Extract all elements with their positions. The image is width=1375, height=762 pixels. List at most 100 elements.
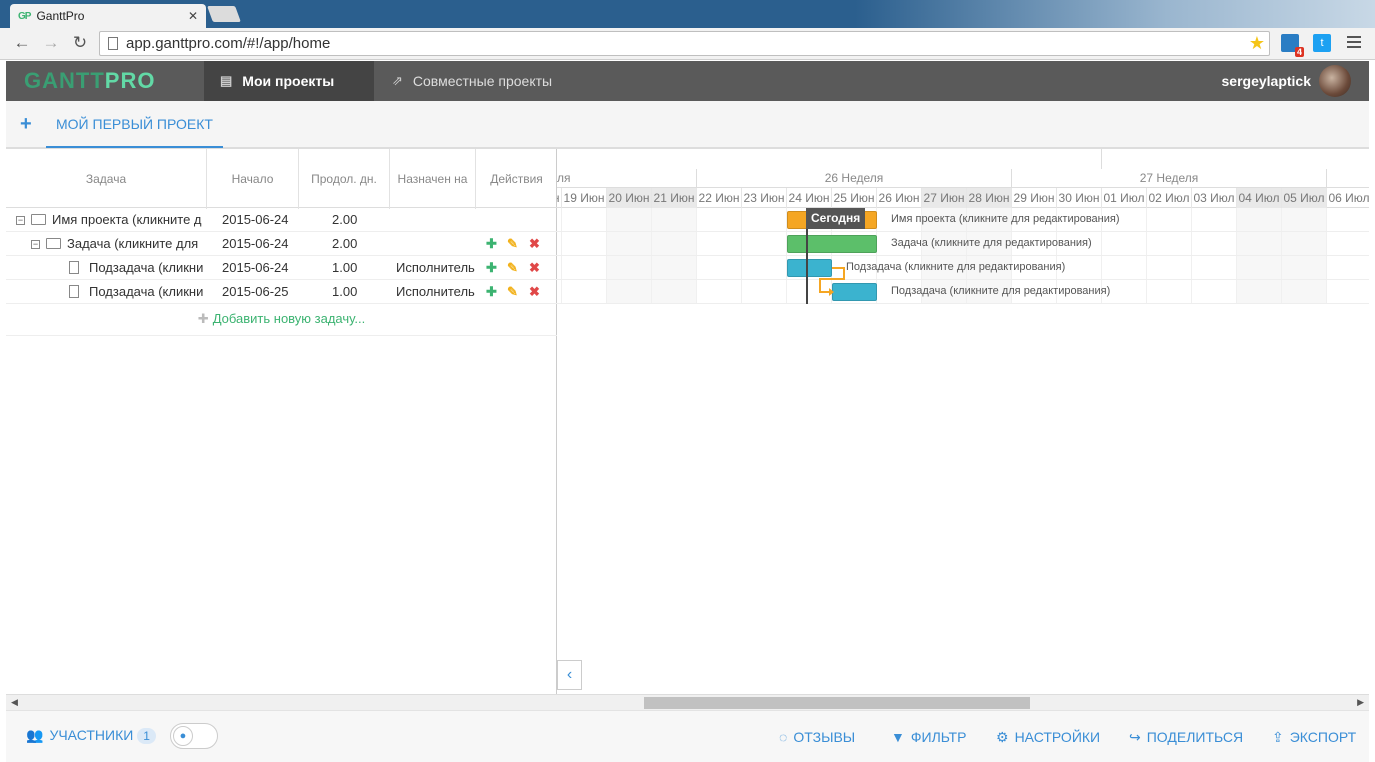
page-icon [108, 37, 118, 50]
gantt-chart: ля 26 Неделя 27 Неделя 19 Июн19 Июн20 Ию… [557, 148, 1369, 694]
scroll-right-arrow-icon[interactable]: ▶ [1357, 697, 1364, 708]
collapse-toggle-icon[interactable]: − [16, 216, 25, 225]
nav-my-projects[interactable]: ▤ Мои проекты [204, 61, 374, 101]
address-bar[interactable]: app.ganttpro.com/#!/app/home ★ [99, 31, 1270, 56]
scrollbar-thumb[interactable] [644, 697, 1030, 709]
browser-tab-strip: GP GanttPro ✕ [0, 0, 1375, 28]
nav-shared-projects[interactable]: ⇗ Совместные проекты [376, 61, 568, 101]
feedback-button[interactable]: ◌ ОТЗЫВЫ [779, 729, 855, 745]
edit-pencil-icon[interactable]: ✎ [507, 260, 518, 276]
add-task-label: Добавить новую задачу... [212, 311, 366, 326]
gear-icon: ⚙ [996, 729, 1009, 745]
collapse-grid-chevron-icon[interactable]: ‹ [557, 660, 582, 690]
task-assignee[interactable]: Исполнитель [396, 284, 478, 299]
browser-toolbar: ← → ↻ app.ganttpro.com/#!/app/home ★ 4 t [0, 28, 1375, 60]
task-name[interactable]: Имя проекта (кликните д [52, 212, 202, 227]
table-row[interactable]: − Имя проекта (кликните д 2015-06-24 2.00 [6, 208, 557, 232]
edit-pencil-icon[interactable]: ✎ [507, 284, 518, 300]
nav-my-projects-label: Мои проекты [242, 73, 335, 89]
task-name[interactable]: Подзадача (кликни [89, 284, 203, 299]
edit-pencil-icon[interactable]: ✎ [507, 236, 518, 252]
browser-tab-title: GanttPro [36, 9, 85, 23]
browser-menu-icon[interactable] [1347, 36, 1361, 51]
add-subtask-icon[interactable]: ✚ [486, 236, 497, 252]
reload-icon[interactable]: ↻ [69, 34, 91, 52]
task-name[interactable]: Подзадача (кликни [89, 260, 203, 275]
table-row[interactable]: − Задача (кликните для 2015-06-24 2.00 ✚ … [6, 232, 557, 256]
bar-label: Имя проекта (кликните для редактирования… [891, 213, 1120, 225]
dependency-link[interactable] [557, 148, 1369, 308]
nav-shared-projects-label: Совместные проекты [412, 73, 553, 89]
ganttpro-logo[interactable]: GANTTPRO [24, 68, 155, 94]
add-task-button[interactable]: ✚ Добавить новую задачу... [6, 304, 557, 336]
users-icon: 👥 [26, 727, 44, 743]
folder-icon [46, 238, 61, 249]
upload-icon: ⇪ [1272, 729, 1284, 745]
document-icon [69, 285, 79, 298]
task-start[interactable]: 2015-06-24 [222, 212, 289, 227]
task-duration[interactable]: 2.00 [332, 212, 357, 227]
horizontal-scrollbar[interactable]: ◀ ▶ [6, 694, 1369, 710]
app-header: GANTTPRO ▤ Мои проекты ⇗ Совместные прое… [6, 61, 1369, 101]
feedback-label: ОТЗЫВЫ [793, 729, 856, 745]
project-tabs-bar: + МОЙ ПЕРВЫЙ ПРОЕКТ [6, 101, 1369, 148]
grid-header: Задача Начало Продол. дн. Назначен на Де… [6, 148, 557, 209]
participants-label: УЧАСТНИКИ [49, 727, 134, 743]
task-name[interactable]: Задача (кликните для [67, 236, 198, 251]
export-button[interactable]: ⇪ ЭКСПОРТ [1272, 729, 1356, 746]
export-label: ЭКСПОРТ [1289, 729, 1357, 745]
bar-label: Задача (кликните для редактирования) [891, 237, 1092, 249]
delete-icon[interactable]: ✖ [529, 260, 540, 276]
task-start[interactable]: 2015-06-24 [222, 260, 289, 275]
table-row[interactable]: Подзадача (кликни 2015-06-24 1.00 Исполн… [6, 256, 557, 280]
extension-check-icon[interactable]: 4 [1281, 34, 1304, 57]
add-subtask-icon[interactable]: ✚ [486, 260, 497, 276]
participants-count: 1 [137, 728, 156, 744]
add-subtask-icon[interactable]: ✚ [486, 284, 497, 300]
column-header-assignee[interactable]: Назначен на [390, 149, 476, 209]
username[interactable]: sergeylaptick [1222, 73, 1312, 89]
column-header-start[interactable]: Начало [207, 149, 299, 209]
user-view-toggle[interactable]: ● [170, 723, 218, 749]
extension-badge: 4 [1294, 47, 1304, 57]
comment-icon: ◌ [779, 729, 788, 745]
column-header-task[interactable]: Задача [6, 149, 207, 209]
filter-icon: ▼ [891, 729, 905, 745]
settings-button[interactable]: ⚙ НАСТРОЙКИ [996, 729, 1100, 746]
back-arrow-icon[interactable]: ← [11, 34, 33, 52]
task-start[interactable]: 2015-06-24 [222, 236, 289, 251]
ganttpro-favicon-icon: GP [18, 10, 31, 22]
task-grid: Задача Начало Продол. дн. Назначен на Де… [6, 148, 557, 694]
share-arrow-icon: ↪ [1129, 729, 1141, 745]
task-duration[interactable]: 2.00 [332, 236, 357, 251]
logo-part-a: GANTT [24, 68, 105, 93]
task-duration[interactable]: 1.00 [332, 284, 357, 299]
task-start[interactable]: 2015-06-25 [222, 284, 289, 299]
filter-button[interactable]: ▼ ФИЛЬТР [891, 729, 966, 745]
task-assignee[interactable]: Исполнитель [396, 260, 478, 275]
footer-toolbar: 👥 УЧАСТНИКИ 1 ● ◌ ОТЗЫВЫ ▼ ФИЛЬТР ⚙ НАСТРОЙКИ… [6, 710, 1369, 762]
settings-label: НАСТРОЙКИ [1014, 729, 1101, 745]
close-icon[interactable]: ✕ [188, 9, 198, 23]
bar-label: Подзадача (кликните для редактирования) [846, 261, 1066, 273]
plus-icon: ✚ [197, 311, 209, 326]
logo-part-b: PRO [104, 68, 156, 93]
new-tab-button[interactable] [207, 6, 241, 22]
delete-icon[interactable]: ✖ [529, 236, 540, 252]
column-header-duration[interactable]: Продол. дн. [299, 149, 390, 209]
add-project-button[interactable]: + [20, 113, 32, 136]
scroll-left-arrow-icon[interactable]: ◀ [11, 697, 18, 708]
task-duration[interactable]: 1.00 [332, 260, 357, 275]
forward-arrow-icon[interactable]: → [40, 34, 62, 52]
table-row[interactable]: Подзадача (кликни 2015-06-25 1.00 Исполн… [6, 280, 557, 304]
bookmark-star-icon[interactable]: ★ [1249, 33, 1265, 54]
share-button[interactable]: ↪ ПОДЕЛИТЬСЯ [1129, 729, 1243, 746]
participants-button[interactable]: 👥 УЧАСТНИКИ 1 [26, 727, 156, 744]
delete-icon[interactable]: ✖ [529, 284, 540, 300]
avatar[interactable] [1319, 65, 1351, 97]
url-text: app.ganttpro.com/#!/app/home [126, 35, 331, 52]
collapse-toggle-icon[interactable]: − [31, 240, 40, 249]
project-tab[interactable]: МОЙ ПЕРВЫЙ ПРОЕКТ [46, 101, 223, 148]
twitter-extension-icon[interactable]: t [1313, 34, 1331, 52]
browser-tab[interactable]: GP GanttPro ✕ [10, 4, 206, 28]
